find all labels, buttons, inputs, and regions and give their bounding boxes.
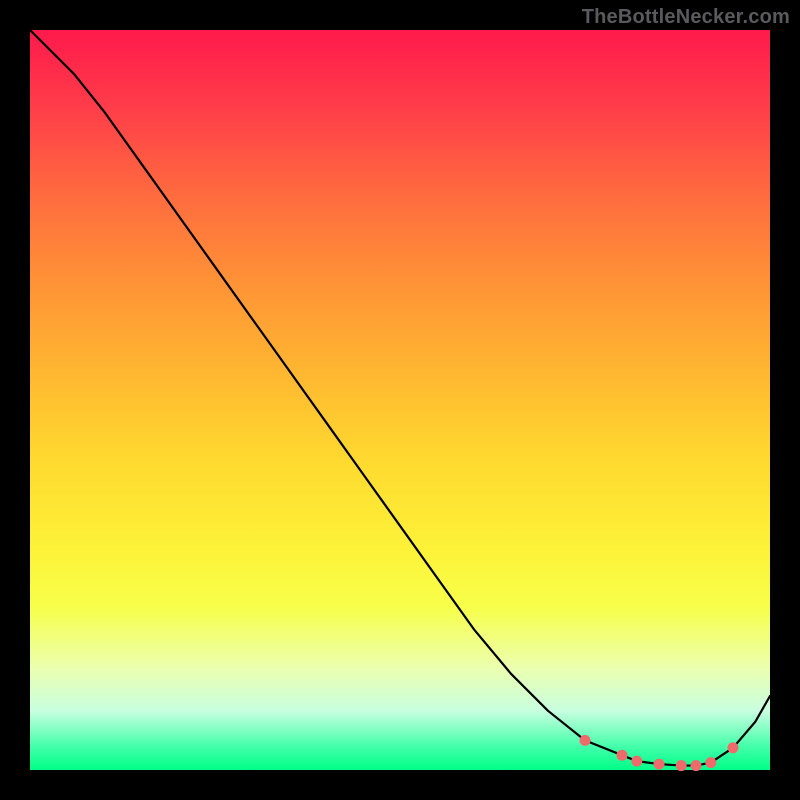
curve-marker — [706, 758, 716, 768]
curve-svg — [30, 30, 770, 770]
curve-marker — [632, 756, 642, 766]
curve-marker — [676, 761, 686, 771]
curve-marker — [691, 761, 701, 771]
curve-marker — [580, 735, 590, 745]
watermark-text: TheBottleNecker.com — [582, 6, 790, 29]
bottleneck-curve — [30, 30, 770, 766]
plot-area — [30, 30, 770, 770]
marker-group — [580, 735, 738, 770]
curve-marker — [728, 743, 738, 753]
curve-marker — [654, 759, 664, 769]
curve-marker — [617, 750, 627, 760]
chart-frame: TheBottleNecker.com — [0, 0, 800, 800]
